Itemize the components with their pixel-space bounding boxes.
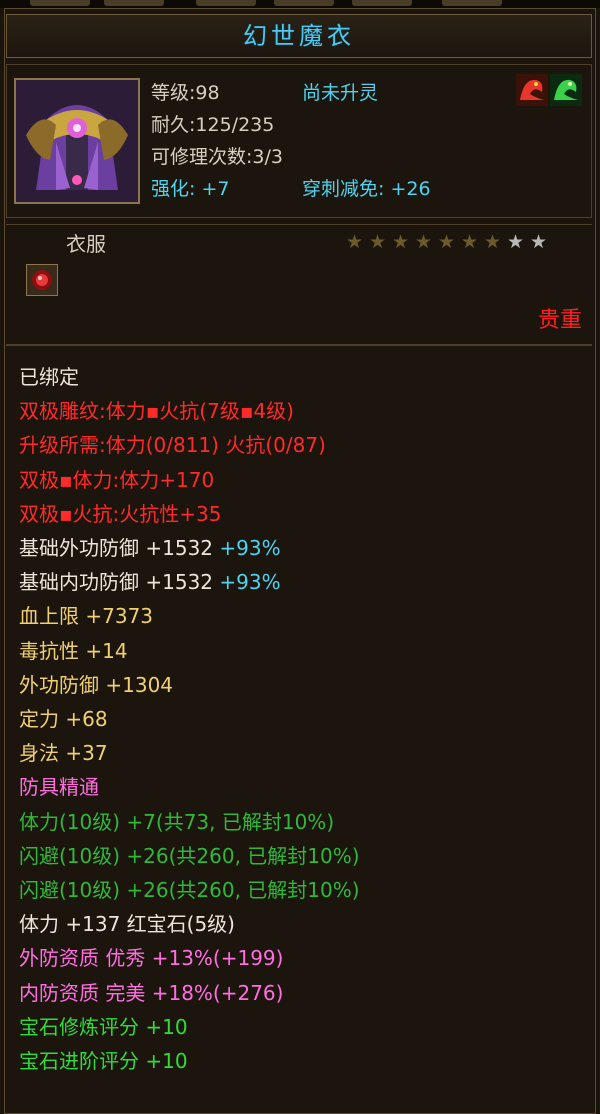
red-gem-slot-icon[interactable] [26,264,58,296]
repair-count: 可修理次数:3/3 [151,146,283,168]
star-filled-icon: ★ [461,231,479,253]
attribute-text: 体力 +137 红宝石(5级) [19,912,235,937]
attribute-line: 防具精通 [19,774,99,800]
attribute-text: 外防资质 优秀 +13%(+199) [19,946,284,971]
attribute-line: 毒抗性 +14 [19,638,128,664]
attribute-line: 已绑定 [19,364,79,390]
attribute-line: 宝石修炼评分 +10 [19,1014,188,1040]
attribute-text: 双极雕纹:体力▪火抗(7级▪4级) [19,399,294,424]
red-dragon-icon [516,74,548,106]
attribute-text: 双极▪火抗:火抗性+35 [19,501,222,526]
star-empty-icon: ★ [507,231,525,253]
star-filled-icon: ★ [438,231,456,253]
star-filled-icon: ★ [369,231,387,253]
attribute-line: 体力(10级) +7(共73, 已解封10%) [19,809,334,835]
rarity-label: 贵重 [537,308,582,333]
attribute-text: 体力(10级) +7(共73, 已解封10%) [19,809,335,834]
attribute-line: 宝石进阶评分 +10 [19,1048,188,1074]
item-level: 等级:98 [151,82,220,104]
attribute-line: 闪避(10级) +26(共260, 已解封10%) [19,877,360,903]
attribute-text: 基础内功防御 +1532 [19,570,220,595]
gem-icons [514,72,586,108]
title-bar: 幻世魔衣 [6,14,592,58]
attribute-text: 已绑定 [19,365,79,389]
enhance-level: 强化: +7 [151,178,230,200]
attribute-text: 身法 +37 [19,741,108,766]
attribute-text: 外功防御 +1304 [19,672,174,697]
attribute-text: 内防资质 完美 +18%(+276) [19,980,284,1005]
star-filled-icon: ★ [346,231,364,253]
attribute-percent: +93% [219,536,281,560]
attribute-line: 血上限 +7373 [19,603,153,629]
attribute-line: 外功防御 +1304 [19,672,173,698]
star-filled-icon: ★ [484,231,502,253]
attribute-text: 闪避(10级) +26(共260, 已解封10%) [19,843,360,868]
attribute-text: 闪避(10级) +26(共260, 已解封10%) [19,878,360,902]
attribute-text: 防具精通 [19,775,99,800]
item-type: 衣服 [66,232,106,256]
green-dragon-icon [550,74,582,106]
attribute-line: 基础外功防御 +1532 +93% [19,535,281,561]
armor-robe-icon [14,78,140,204]
attribute-line: 双极▪火抗:火抗性+35 [19,501,222,527]
attribute-line: 外防资质 优秀 +13%(+199) [19,945,283,971]
attribute-text: 定力 +68 [19,707,108,731]
attribute-text: 双极▪体力:体力+170 [19,467,215,492]
attribute-line: 升级所需:体力(0/811) 火抗(0/87) [19,432,326,458]
attribute-text: 升级所需:体力(0/811) 火抗(0/87) [19,433,326,458]
attribute-line: 内防资质 完美 +18%(+276) [19,980,283,1006]
attribute-text: 基础外功防御 +1532 [19,536,220,560]
attribute-text: 血上限 +7373 [19,604,154,629]
star-empty-icon: ★ [530,231,548,253]
attribute-line: 身法 +37 [19,740,108,766]
pierce-reduction: 穿刺减免: +26 [302,178,431,200]
attribute-line: 基础内功防御 +1532 +93% [19,569,281,595]
spirit-status: 尚未升灵 [302,82,379,104]
attribute-percent: +93% [219,570,281,595]
attribute-text: 宝石修炼评分 +10 [19,1014,188,1039]
star-filled-icon: ★ [392,231,410,253]
item-durability: 耐久:125/235 [151,114,275,136]
attribute-line: 双极▪体力:体力+170 [19,467,214,493]
item-name: 幻世魔衣 [243,22,355,50]
star-filled-icon: ★ [415,231,433,253]
attribute-line: 定力 +68 [19,706,108,732]
attribute-line: 双极雕纹:体力▪火抗(7级▪4级) [19,398,294,424]
top-tab-strip [0,0,600,8]
attribute-text: 毒抗性 +14 [19,638,128,663]
attribute-line: 体力 +137 红宝石(5级) [19,911,235,937]
attribute-text: 宝石进阶评分 +10 [19,1049,188,1073]
attribute-line: 闪避(10级) +26(共260, 已解封10%) [19,843,360,869]
